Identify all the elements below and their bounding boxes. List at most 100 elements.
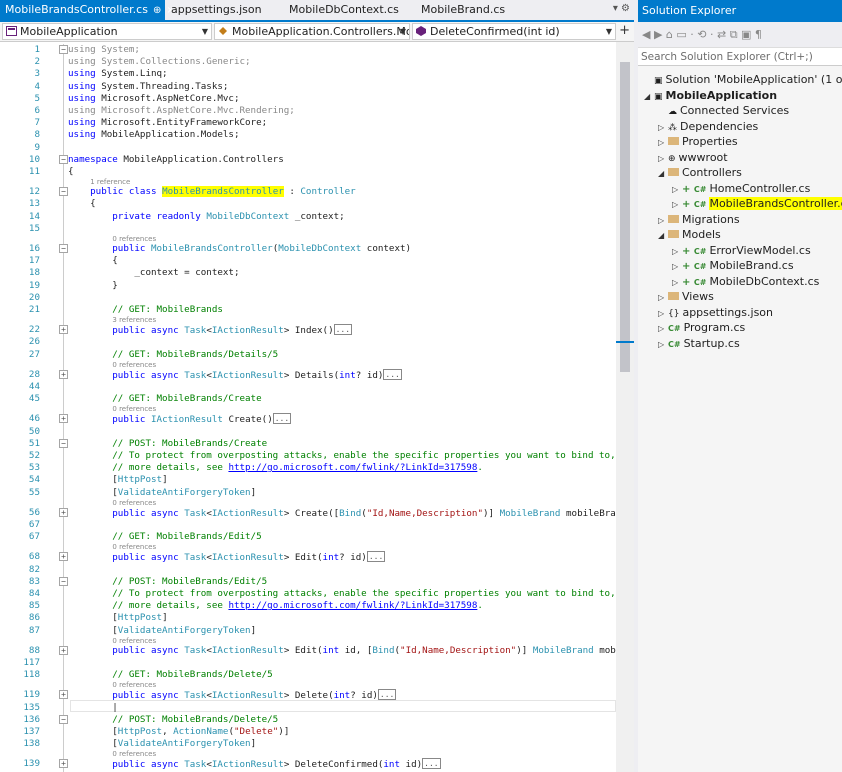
collapsed-arrow-icon[interactable]: ▷ bbox=[658, 213, 668, 229]
tree-node[interactable]: ▷ C# Startup.cs bbox=[638, 336, 842, 352]
collapse-icon[interactable]: − bbox=[59, 714, 68, 724]
collapsed-arrow-icon[interactable]: ▷ bbox=[658, 151, 668, 167]
expand-icon[interactable]: + bbox=[59, 369, 68, 379]
tree-node[interactable]: ▷ + C# MobileBrand.cs bbox=[638, 258, 842, 274]
collapse-icon[interactable]: − bbox=[59, 576, 68, 586]
collapsed-arrow-icon[interactable]: ▷ bbox=[658, 135, 668, 151]
code-line[interactable]: public async Task<IActionResult> DeleteC… bbox=[68, 758, 441, 771]
expand-icon[interactable]: + bbox=[59, 759, 68, 769]
tab-mobiledbcontext[interactable]: MobileDbContext.cs bbox=[284, 0, 404, 20]
collapsed-arrow-icon[interactable]: ▷ bbox=[658, 337, 668, 353]
code-line[interactable]: public async Task<IActionResult> Delete(… bbox=[68, 689, 397, 702]
code-line[interactable]: private readonly MobileDbContext _contex… bbox=[68, 211, 344, 223]
tree-node[interactable]: ▷ + C# MobileBrandsController.cs bbox=[638, 196, 842, 212]
tree-node[interactable]: ▷ + C# HomeController.cs bbox=[638, 181, 842, 197]
expand-icon[interactable]: + bbox=[59, 414, 68, 424]
code-line[interactable]: { bbox=[68, 166, 74, 178]
code-line[interactable]: public async Task<IActionResult> Details… bbox=[68, 368, 402, 382]
codelens-reference-count[interactable]: 1 reference bbox=[90, 178, 130, 186]
tree-node[interactable]: ▷ + C# MobileDbContext.cs bbox=[638, 274, 842, 290]
tree-node[interactable]: ▷ C# Program.cs bbox=[638, 320, 842, 336]
code-line[interactable]: // POST: MobileBrands/Delete/5 bbox=[68, 714, 278, 726]
code-line[interactable]: public async Task<IActionResult> Index()… bbox=[68, 324, 353, 337]
tab-appsettings[interactable]: appsettings.json bbox=[166, 0, 278, 20]
expand-icon[interactable]: + bbox=[59, 507, 68, 517]
tree-node[interactable]: ▷ ⊕ wwwroot bbox=[638, 150, 842, 166]
tree-node[interactable]: ▷ ⁂ Dependencies bbox=[638, 119, 842, 135]
collapsed-arrow-icon[interactable]: ▷ bbox=[658, 306, 668, 322]
code-line[interactable]: public async Task<IActionResult> Edit(in… bbox=[68, 551, 386, 564]
codelens-reference-count[interactable]: 0 references bbox=[112, 681, 156, 689]
code-line[interactable]: // GET: MobileBrands bbox=[68, 304, 223, 316]
code-line[interactable]: { bbox=[68, 198, 96, 210]
tree-node[interactable]: ▷ + C# ErrorViewModel.cs bbox=[638, 243, 842, 259]
pin-icon[interactable]: ⊕ bbox=[153, 1, 161, 21]
solution-search-input[interactable]: Search Solution Explorer (Ctrl+;) bbox=[638, 48, 842, 66]
codelens-reference-count[interactable]: 0 references bbox=[112, 499, 156, 507]
expand-icon[interactable]: + bbox=[59, 552, 68, 562]
code-line[interactable]: public IActionResult Create()... bbox=[68, 413, 292, 426]
code-line[interactable]: _context = context; bbox=[68, 267, 239, 279]
collapsed-arrow-icon[interactable]: ▷ bbox=[658, 321, 668, 337]
code-line[interactable]: using System; bbox=[68, 44, 140, 56]
code-line[interactable]: // GET: MobileBrands/Edit/5 bbox=[68, 531, 261, 543]
code-line[interactable]: public MobileBrandsController(MobileDbCo… bbox=[68, 243, 411, 255]
code-line[interactable]: // POST: MobileBrands/Edit/5 bbox=[68, 576, 267, 588]
code-line[interactable]: public class MobileBrandsController : Co… bbox=[68, 186, 356, 198]
collapse-icon[interactable]: − bbox=[59, 244, 68, 253]
tree-node[interactable]: ▣Solution 'MobileApplication' (1 of 1 pr… bbox=[638, 72, 842, 88]
code-line[interactable]: [HttpPost] bbox=[68, 612, 167, 624]
code-line[interactable]: [HttpPost, ActionName("Delete")] bbox=[68, 726, 289, 738]
code-line[interactable]: // more details, see http://go.microsoft… bbox=[68, 600, 483, 612]
tree-node[interactable]: ☁ Connected Services bbox=[638, 103, 842, 119]
code-line[interactable]: using MobileApplication.Models; bbox=[68, 129, 240, 141]
editor-scrollbar[interactable] bbox=[616, 42, 634, 772]
expanded-arrow-icon[interactable]: ◢ bbox=[644, 89, 654, 105]
collapse-icon[interactable]: − bbox=[59, 438, 68, 448]
expand-icon[interactable]: + bbox=[59, 645, 68, 655]
tab-overflow-icon[interactable]: ▾ ⚙ bbox=[613, 3, 630, 14]
code-line[interactable]: // GET: MobileBrands/Details/5 bbox=[68, 349, 278, 361]
collapsed-arrow-icon[interactable]: ▷ bbox=[672, 259, 682, 275]
code-line[interactable]: // To protect from overposting attacks, … bbox=[68, 450, 637, 462]
collapsed-arrow-icon[interactable]: ▷ bbox=[672, 197, 682, 213]
collapse-icon[interactable]: − bbox=[59, 154, 68, 164]
code-line[interactable]: | bbox=[68, 702, 118, 714]
code-editor[interactable]: 1− using System; 2 using System.Collections… bbox=[0, 42, 666, 772]
collapsed-arrow-icon[interactable]: ▷ bbox=[658, 290, 668, 306]
code-line[interactable]: using Microsoft.EntityFrameworkCore; bbox=[68, 117, 267, 129]
code-line[interactable]: { bbox=[68, 255, 118, 267]
class-dropdown[interactable]: MobileApplication.Controllers.Mobile▼ bbox=[214, 23, 410, 40]
codelens-reference-count[interactable]: 0 references bbox=[112, 750, 156, 758]
code-line[interactable]: [HttpPost] bbox=[68, 474, 167, 486]
scrollbar-thumb[interactable] bbox=[620, 62, 630, 372]
code-line[interactable]: using System.Linq; bbox=[68, 68, 168, 80]
collapsed-arrow-icon[interactable]: ▷ bbox=[672, 182, 682, 198]
code-line[interactable]: } bbox=[68, 280, 118, 292]
project-dropdown[interactable]: MobileApplication ▼ bbox=[2, 23, 212, 40]
code-line[interactable]: // GET: MobileBrands/Create bbox=[68, 393, 261, 405]
code-line[interactable]: namespace MobileApplication.Controllers bbox=[68, 154, 284, 166]
tree-node[interactable]: ◢ Controllers bbox=[638, 165, 842, 181]
solution-explorer-toolbar[interactable]: ◀ ▶ ⌂ ▭ · ⟲ · ⇄ ⧉ ▣ ¶ bbox=[638, 22, 842, 48]
code-line[interactable]: [ValidateAntiForgeryToken] bbox=[68, 625, 256, 637]
member-dropdown[interactable]: DeleteConfirmed(int id) ▼ bbox=[412, 23, 616, 40]
code-line[interactable]: using Microsoft.AspNetCore.Mvc.Rendering… bbox=[68, 105, 295, 117]
code-line[interactable]: // more details, see http://go.microsoft… bbox=[68, 462, 483, 474]
codelens-reference-count[interactable]: 0 references bbox=[112, 235, 156, 243]
code-line[interactable]: // To protect from overposting attacks, … bbox=[68, 588, 637, 600]
collapsed-arrow-icon[interactable]: ▷ bbox=[658, 120, 668, 136]
expand-icon[interactable]: + bbox=[59, 690, 68, 700]
tab-mobilebrand[interactable]: MobileBrand.cs bbox=[416, 0, 526, 20]
code-line[interactable]: // POST: MobileBrands/Create bbox=[68, 438, 267, 450]
codelens-reference-count[interactable]: 0 references bbox=[112, 543, 156, 551]
code-line[interactable]: [ValidateAntiForgeryToken] bbox=[68, 738, 256, 750]
expand-icon[interactable]: + bbox=[59, 325, 68, 335]
collapse-icon[interactable]: − bbox=[59, 45, 68, 54]
tree-node[interactable]: ◢ ▣ MobileApplication bbox=[638, 88, 842, 104]
codelens-reference-count[interactable]: 3 references bbox=[112, 316, 156, 324]
code-line[interactable]: using System.Threading.Tasks; bbox=[68, 81, 228, 93]
code-line[interactable]: using System.Collections.Generic; bbox=[68, 56, 251, 68]
tree-node[interactable]: ▷{} appsettings.json bbox=[638, 305, 842, 321]
code-line[interactable]: [ValidateAntiForgeryToken] bbox=[68, 487, 256, 499]
